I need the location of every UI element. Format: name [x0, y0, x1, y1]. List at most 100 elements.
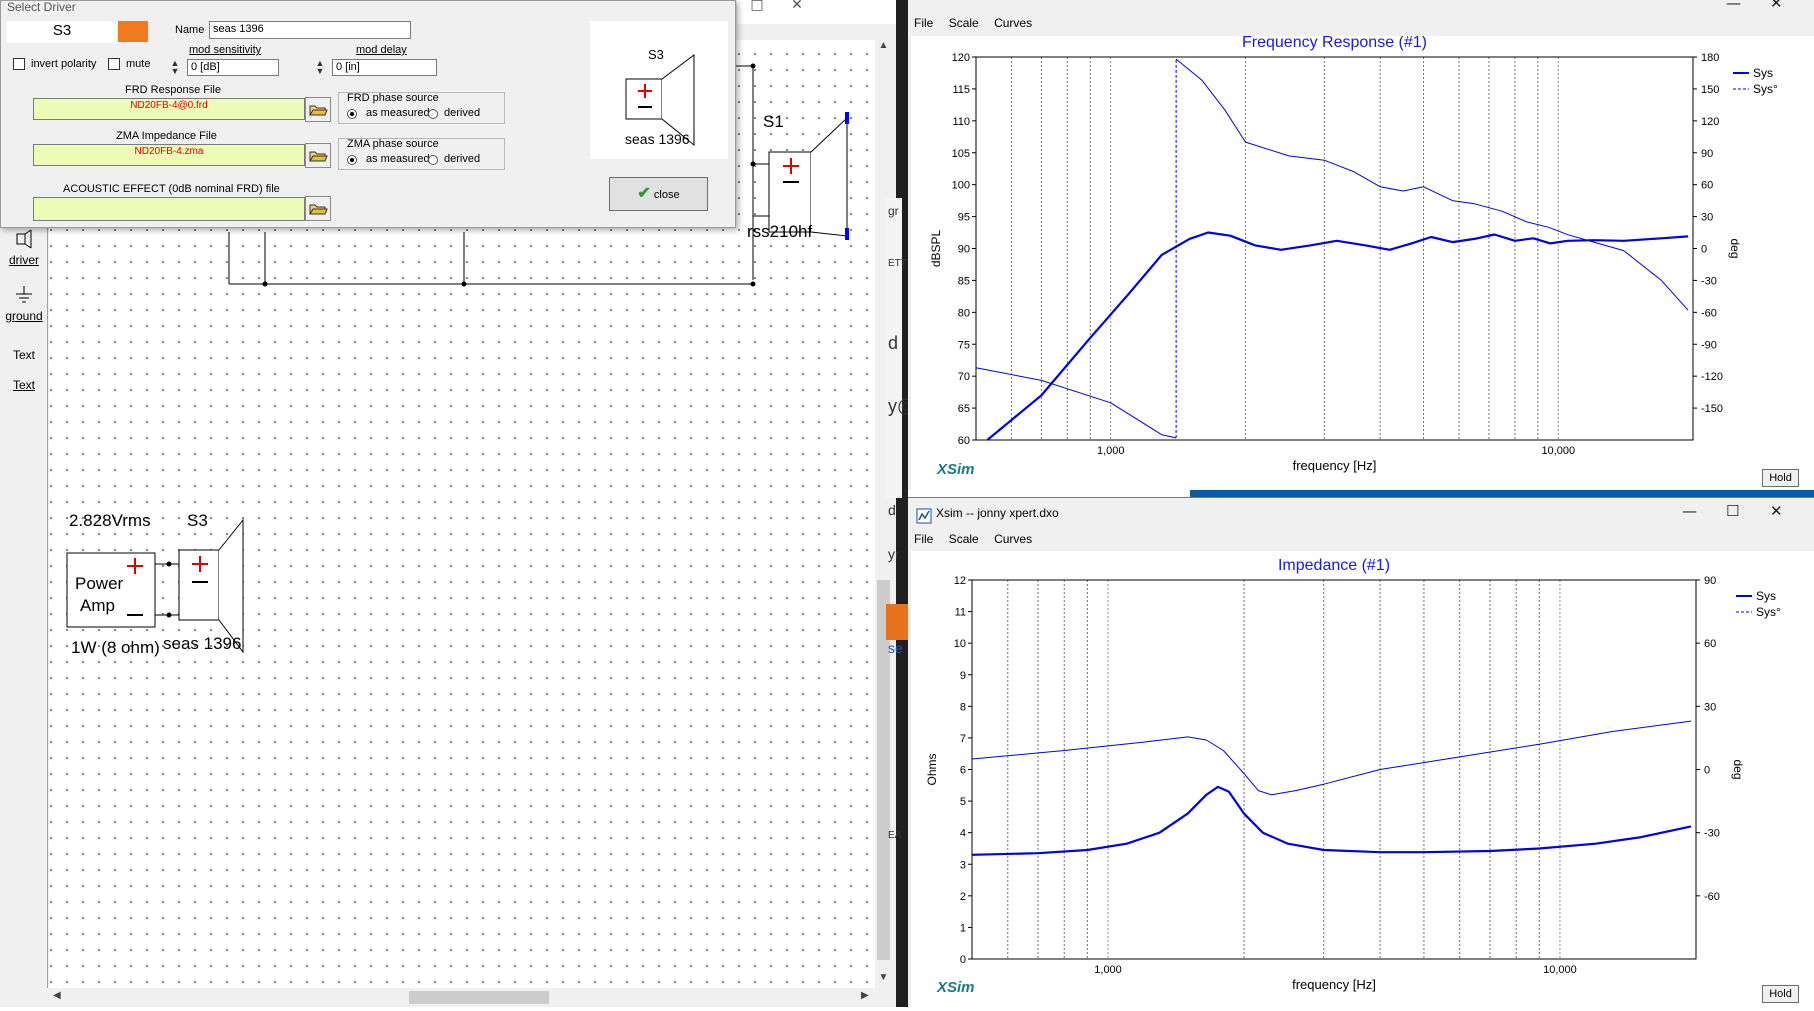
acoustic-file-field[interactable]: [33, 197, 305, 221]
s3-ref-label: S3: [187, 511, 208, 530]
checkmark-icon: ✔: [637, 185, 651, 202]
background-fragment: d: [888, 502, 896, 518]
menu-file[interactable]: File: [914, 16, 933, 30]
as-measured-label: as measured: [366, 107, 430, 119]
zma-file-field[interactable]: ND20FB-4.zma: [33, 144, 305, 166]
y-tick-label: 12: [954, 575, 966, 587]
y-tick-label: 90: [958, 244, 970, 256]
menu-file[interactable]: File: [914, 532, 933, 546]
zma-browse-button[interactable]: [305, 143, 331, 168]
driver-ref-field[interactable]: S3: [7, 21, 117, 43]
xsim-app-icon: [916, 508, 932, 524]
hold-button[interactable]: Hold: [1762, 469, 1799, 487]
frd-phase-group: FRD phase source as measured derived: [338, 92, 505, 124]
invert-polarity-checkbox[interactable]: [13, 58, 25, 70]
y-tick-label: 9: [960, 670, 966, 682]
maximize-button[interactable]: □: [737, 0, 777, 24]
magnitude-curve: [986, 231, 1689, 441]
tool-driver[interactable]: driver: [2, 228, 46, 267]
chart-title: Frequency Response (#1): [1242, 36, 1427, 51]
tool-label: Text: [12, 348, 35, 362]
y-tick-label: 75: [958, 339, 970, 351]
legend-label: Sys°: [1756, 605, 1781, 619]
background-fragment: se: [888, 640, 903, 656]
x-tick-label: 1,000: [1097, 445, 1125, 457]
frd-derived-radio[interactable]: [428, 109, 438, 119]
zma-as-measured-radio[interactable]: [347, 155, 357, 165]
acoustic-browse-button[interactable]: [305, 196, 331, 221]
tool-ground[interactable]: ground: [2, 284, 46, 323]
power-amp-label: Power: [75, 574, 124, 593]
mute-checkbox[interactable]: [108, 58, 120, 70]
plot-frame: [971, 579, 1697, 960]
frd-as-measured-radio[interactable]: [347, 109, 357, 119]
y-tick-label: 10: [954, 638, 966, 650]
y-tick-label: 105: [952, 148, 970, 160]
voltage-label: 2.828Vrms: [69, 511, 151, 530]
tool-text-underlined[interactable]: Text: [2, 378, 46, 392]
ground-icon: [16, 286, 32, 303]
tool-label: Text: [12, 378, 35, 392]
mod-delay-spinner[interactable]: ▲ ▼: [309, 59, 331, 77]
scroll-down-icon[interactable]: ▼: [877, 972, 890, 983]
background-fragment: EA: [888, 830, 902, 841]
y2-tick-label: -30: [1701, 275, 1717, 287]
legend-label: Sys°: [1753, 82, 1778, 96]
menu-curves[interactable]: Curves: [994, 16, 1032, 30]
frd-response-label: FRD Response File: [125, 84, 221, 96]
impedance-plot[interactable]: 0 1 2 3 4 5 6 7 8 9 10 11 12 90 60 30 0 -30 -60 1,000 10,000…: [911, 551, 1814, 1008]
y-axis-label: Ohms: [925, 753, 939, 785]
y2-axis-label: deg: [1728, 238, 1742, 258]
invert-polarity-label: invert polarity: [31, 58, 97, 70]
horizontal-scrollbar[interactable]: ◀ ▶: [49, 988, 875, 1007]
frequency-response-window: — ✕ File Scale Curves 60 65 70 75 80 85 90 95 10…: [908, 0, 1814, 490]
zma-derived-radio[interactable]: [428, 155, 438, 165]
background-fragment: yr: [888, 546, 900, 562]
close-window-button[interactable]: ✕: [777, 0, 817, 24]
scroll-thumb[interactable]: [409, 991, 549, 1004]
frd-browse-button[interactable]: [305, 97, 331, 122]
phase-curve: [1175, 58, 1689, 311]
driver-preview: S3 seas 1396: [590, 21, 728, 159]
zma-phase-label: ZMA phase source: [347, 138, 439, 150]
y-tick-label: 120: [952, 52, 970, 64]
y2-tick-label: -60: [1704, 891, 1720, 903]
minimize-icon[interactable]: —: [1726, 0, 1741, 12]
scroll-left-icon[interactable]: ◀: [53, 990, 61, 1001]
derived-label: derived: [444, 153, 481, 165]
close-button[interactable]: ✔ close: [609, 177, 708, 211]
plot-frame: [975, 56, 1694, 441]
phase-curve: [975, 367, 1177, 439]
mod-sensitivity-spinner[interactable]: ▲ ▼: [164, 59, 186, 77]
folder-open-icon: [309, 151, 328, 162]
frd-phase-label: FRD phase source: [347, 92, 439, 104]
menu-scale[interactable]: Scale: [949, 532, 979, 546]
s3-model-label: seas 1396: [163, 634, 242, 653]
power-amp-label-2: Amp: [80, 596, 115, 615]
mod-delay-input[interactable]: 0 [in]: [332, 59, 437, 76]
menu-scale[interactable]: Scale: [949, 16, 979, 30]
y2-tick-label: -120: [1701, 371, 1723, 383]
y-tick-label: 5: [960, 796, 966, 808]
y2-tick-label: -60: [1701, 307, 1717, 319]
driver-color-swatch[interactable]: [118, 21, 148, 42]
maximize-icon[interactable]: ☐: [1726, 502, 1739, 520]
hold-button[interactable]: Hold: [1762, 985, 1799, 1003]
background-orange-block: [886, 604, 908, 640]
frequency-response-plot[interactable]: 60 65 70 75 80 85 90 95 100 105 110 115 120 180 150 120…: [911, 34, 1814, 490]
frd-file-field[interactable]: ND20FB-4@0.frd: [33, 98, 305, 120]
y-tick-label: 7: [960, 733, 966, 745]
name-input[interactable]: seas 1396: [209, 21, 411, 39]
tool-text[interactable]: Text: [2, 348, 46, 362]
mod-sensitivity-input[interactable]: 0 [dB]: [187, 59, 279, 76]
menu-curves[interactable]: Curves: [994, 532, 1032, 546]
y-tick-label: 3: [960, 859, 966, 871]
tool-label: ground: [5, 309, 43, 323]
minimize-icon[interactable]: —: [1682, 502, 1697, 520]
scroll-up-icon[interactable]: ▲: [877, 40, 890, 51]
close-icon[interactable]: ✕: [1770, 0, 1783, 12]
close-icon[interactable]: ✕: [1770, 502, 1783, 520]
scroll-right-icon[interactable]: ▶: [861, 990, 869, 1001]
y-tick-label: 85: [958, 275, 970, 287]
x-tick-label: 1,000: [1094, 964, 1122, 976]
